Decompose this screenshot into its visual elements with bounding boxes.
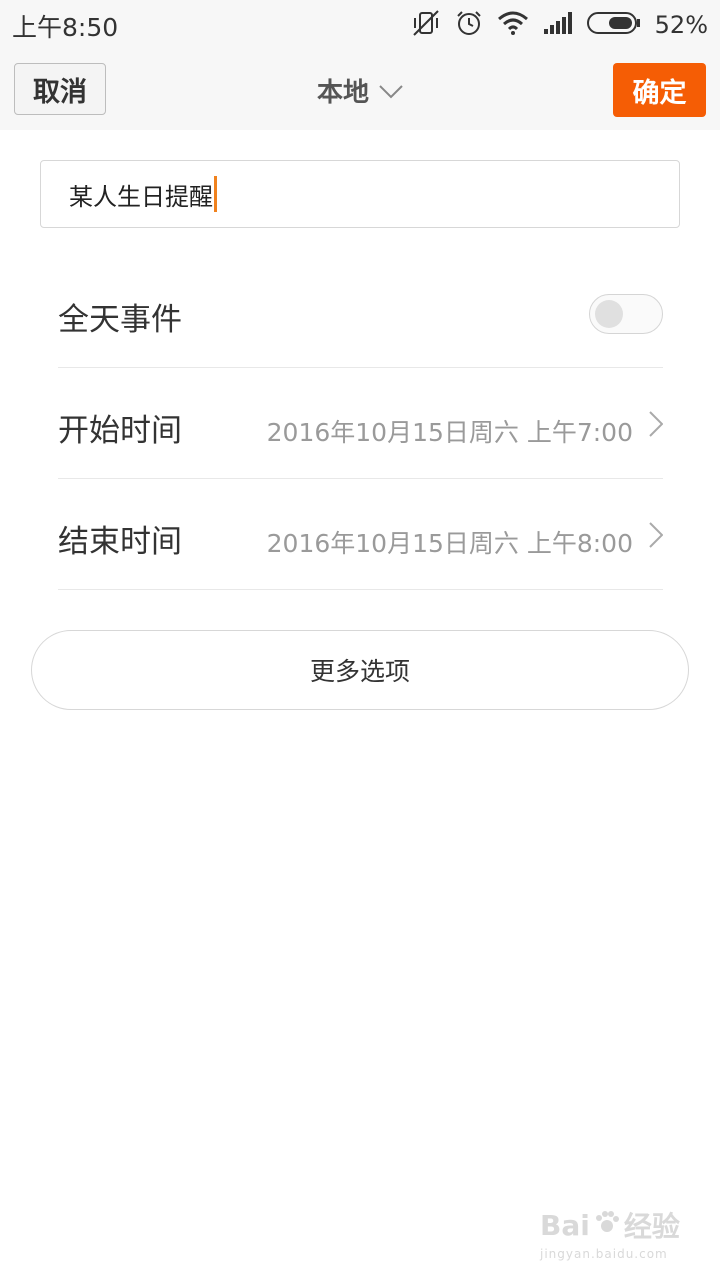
paw-icon: [594, 1209, 620, 1242]
end-time-row[interactable]: 结束时间 2016年10月15日周六 上午8:00: [58, 480, 664, 590]
toggle-knob: [595, 300, 623, 328]
start-time-value: 2016年10月15日周六 上午7:00: [266, 418, 633, 447]
chevron-right-icon: [649, 411, 664, 441]
all-day-toggle[interactable]: [589, 294, 663, 334]
calendar-account-label: 本地: [316, 78, 369, 108]
calendar-account-selector[interactable]: 本地: [0, 72, 720, 109]
battery-icon: [586, 11, 641, 39]
text-caret: [214, 176, 217, 212]
watermark-url: jingyan.baidu.com: [540, 1247, 668, 1261]
chevron-down-icon: [379, 76, 403, 106]
all-day-row: 全天事件: [58, 258, 663, 368]
end-time-label: 结束时间: [58, 524, 182, 560]
alarm-icon: [455, 9, 483, 41]
event-title-value: 某人生日提醒: [69, 182, 213, 211]
title-bar: 取消 本地 确定: [0, 50, 720, 130]
more-options-button[interactable]: 更多选项: [31, 630, 689, 710]
watermark-suffix: 经验: [623, 1210, 680, 1243]
watermark: Bai 经验 jingyan.baidu.com: [540, 1205, 680, 1265]
start-time-row[interactable]: 开始时间 2016年10月15日周六 上午7:00: [58, 369, 664, 479]
all-day-label: 全天事件: [58, 302, 182, 338]
chevron-right-icon: [649, 522, 664, 552]
signal-icon: [543, 11, 573, 39]
wifi-icon: [497, 10, 529, 40]
watermark-brand: Bai: [540, 1208, 590, 1242]
status-bar: 上午8:50 52%: [0, 0, 720, 50]
confirm-button[interactable]: 确定: [613, 63, 706, 117]
vibrate-off-icon: [411, 8, 441, 42]
start-time-label: 开始时间: [58, 413, 182, 449]
battery-percent: 52%: [654, 11, 708, 39]
status-icons: 52%: [411, 6, 708, 44]
event-title-input[interactable]: 某人生日提醒: [40, 160, 680, 228]
end-time-value: 2016年10月15日周六 上午8:00: [266, 529, 633, 558]
status-time: 上午8:50: [12, 13, 119, 42]
